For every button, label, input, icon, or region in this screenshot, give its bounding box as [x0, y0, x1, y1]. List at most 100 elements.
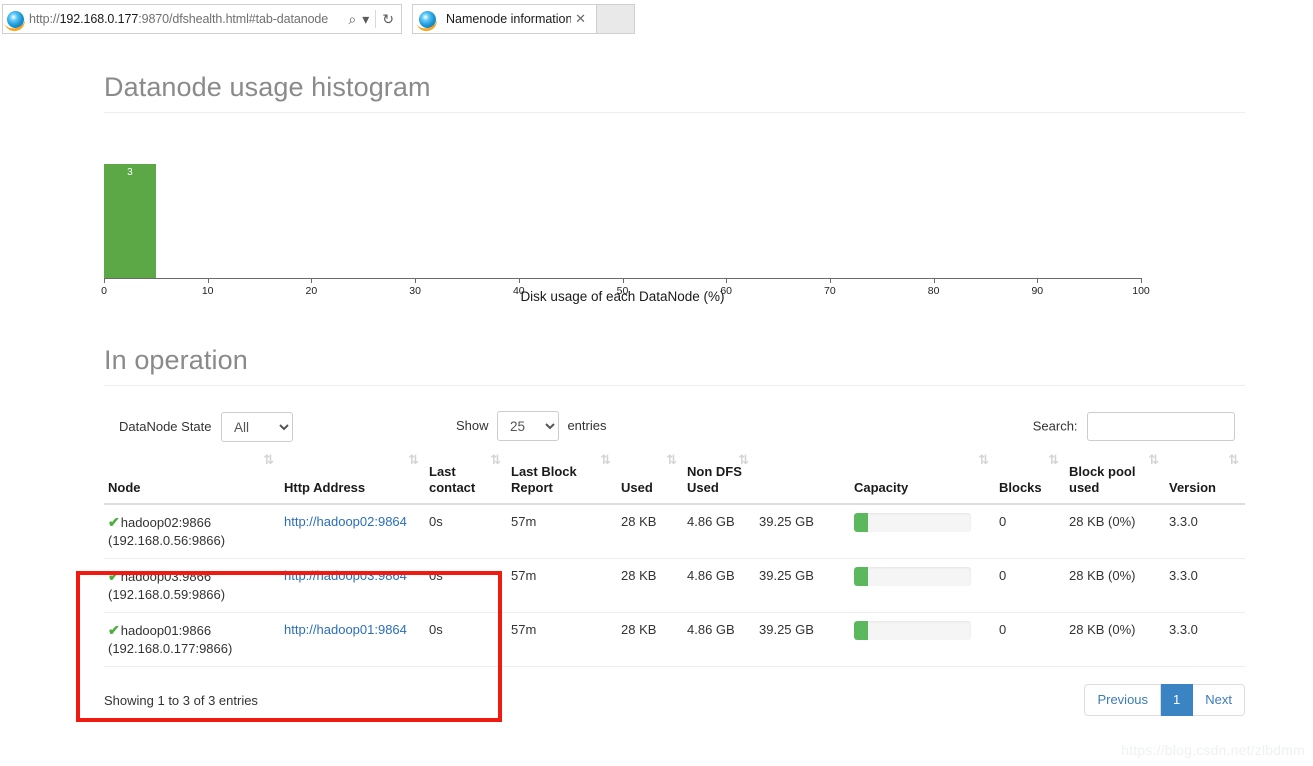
column-label-non-dfs-used: Non DFS Used: [687, 464, 742, 495]
search-icon[interactable]: ⌕: [345, 12, 359, 26]
browser-chrome: http://192.168.0.177:9870/dfshealth.html…: [0, 0, 1313, 40]
column-header-node[interactable]: ⇅ Node: [104, 452, 280, 505]
search-control: Search:: [1033, 412, 1235, 441]
axis-tick: [726, 278, 728, 283]
sort-icon[interactable]: ⇅: [666, 454, 677, 467]
table-row[interactable]: ✔hadoop01:9866 (192.168.0.177:9866) http:/…: [104, 612, 1245, 667]
chevron-down-icon[interactable]: ▾: [359, 12, 372, 26]
sort-icon[interactable]: ⇅: [1228, 454, 1239, 467]
sort-icon[interactable]: ⇅: [490, 454, 501, 467]
axis-tick: [104, 278, 105, 283]
column-header-capacity[interactable]: ⇅ Capacity: [850, 452, 995, 505]
node-address: (192.168.0.59:9866): [108, 587, 226, 602]
column-header-last-contact[interactable]: ⇅ Last contact: [425, 452, 507, 505]
table-row[interactable]: ✔hadoop02:9866 (192.168.0.56:9866) http://…: [104, 504, 1245, 559]
previous-page-button[interactable]: Previous: [1084, 684, 1162, 716]
http-address-link[interactable]: http://hadoop02:9864: [284, 514, 407, 529]
sort-icon[interactable]: ⇅: [263, 454, 274, 467]
url-prefix: http://: [29, 12, 60, 26]
cell-last-block-report: 57m: [507, 558, 617, 613]
cell-capacity-value: 39.25 GB: [755, 558, 850, 613]
axis-tick: [311, 278, 313, 283]
new-tab-button[interactable]: [597, 4, 635, 34]
axis-tick: [829, 278, 831, 283]
column-label-node: Node: [108, 480, 141, 495]
sort-icon[interactable]: ⇅: [738, 454, 749, 467]
page-content: Datanode usage histogram 3 0 10 20 30 40 50 60…: [0, 40, 1313, 766]
sort-icon[interactable]: ⇅: [1148, 454, 1159, 467]
cell-blocks: 0: [995, 504, 1065, 559]
cell-node: ✔hadoop02:9866 (192.168.0.56:9866): [104, 504, 280, 559]
http-address-link[interactable]: http://hadoop03:9864: [284, 568, 407, 583]
capacity-progress-bar: [854, 621, 971, 640]
url-text: http://192.168.0.177:9870/dfshealth.html…: [29, 12, 345, 26]
entries-length-select[interactable]: 102550100: [496, 411, 559, 441]
column-label-http-address: Http Address: [284, 480, 366, 495]
node-address: (192.168.0.177:9866): [108, 641, 233, 656]
cell-block-pool-used: 28 KB (0%): [1065, 504, 1165, 559]
capacity-progress-fill: [854, 621, 869, 640]
cell-http-address: http://hadoop01:9864: [280, 612, 425, 667]
node-name: hadoop01:9866: [120, 623, 212, 638]
cell-used: 28 KB: [617, 504, 683, 559]
sort-icon[interactable]: ⇅: [600, 454, 611, 467]
datanodes-table-body: ✔hadoop02:9866 (192.168.0.56:9866) http://…: [104, 504, 1245, 667]
datanode-state-label: DataNode State: [119, 419, 212, 435]
histogram-x-axis-label: Disk usage of each DataNode (%): [520, 289, 725, 304]
cell-blocks: 0: [995, 612, 1065, 667]
column-header-used[interactable]: ⇅ Used: [617, 452, 683, 505]
column-label-capacity: Capacity: [854, 480, 909, 495]
table-controls: DataNode State AllIn ServiceDecommission…: [104, 406, 1245, 452]
cell-last-block-report: 57m: [507, 504, 617, 559]
url-suffix: :9870/dfshealth.html#tab-datanode: [138, 12, 329, 26]
column-header-http-address[interactable]: ⇅ Http Address: [280, 452, 425, 505]
refresh-icon[interactable]: ↻: [379, 12, 397, 26]
datanode-usage-histogram-section: Datanode usage histogram 3 0 10 20 30 40 50 60…: [101, 72, 1245, 304]
column-header-block-pool-used[interactable]: ⇅ Block pool used: [1065, 452, 1165, 505]
column-header-capacity-value: [755, 452, 850, 505]
datanode-state-select[interactable]: AllIn ServiceDecommissioningDecommission…: [220, 412, 293, 442]
status-ok-icon: ✔: [108, 568, 120, 584]
capacity-progress-bar: [854, 513, 971, 532]
search-label: Search:: [1032, 418, 1078, 434]
cell-capacity-bar: [850, 558, 995, 613]
sort-icon[interactable]: ⇅: [978, 454, 989, 467]
axis-tick: [518, 278, 520, 283]
page-button-1[interactable]: 1: [1161, 684, 1194, 716]
close-icon[interactable]: ✕: [571, 11, 590, 27]
pagination: Previous 1 Next: [1084, 684, 1245, 716]
cell-last-contact: 0s: [425, 558, 507, 613]
cell-capacity-bar: [850, 504, 995, 559]
address-bar-divider: [375, 10, 377, 28]
search-input[interactable]: [1087, 412, 1235, 441]
histogram-bar: 3: [104, 164, 156, 279]
cell-non-dfs-used: 4.86 GB: [683, 558, 755, 613]
histogram-chart: 3 0 10 20 30 40 50 60 70 80 90 100 Disk usage of e…: [101, 141, 1173, 304]
cell-last-block-report: 57m: [507, 612, 617, 667]
column-header-version[interactable]: ⇅ Version: [1165, 452, 1245, 505]
column-label-blocks: Blocks: [999, 480, 1042, 495]
column-label-used: Used: [621, 480, 653, 495]
node-name: hadoop03:9866: [120, 569, 212, 584]
axis-tick: [622, 278, 624, 283]
address-bar[interactable]: http://192.168.0.177:9870/dfshealth.html…: [2, 4, 402, 34]
sort-icon[interactable]: ⇅: [408, 454, 419, 467]
column-header-non-dfs-used[interactable]: ⇅ Non DFS Used: [683, 452, 755, 505]
next-page-button[interactable]: Next: [1193, 684, 1245, 716]
node-address: (192.168.0.56:9866): [108, 533, 226, 548]
column-header-blocks[interactable]: ⇅ Blocks: [995, 452, 1065, 505]
column-label-last-contact: Last contact: [429, 464, 476, 495]
in-operation-section: In operation DataNode State AllIn Servic…: [104, 345, 1245, 731]
table-row[interactable]: ✔hadoop03:9866 (192.168.0.59:9866) http://…: [104, 558, 1245, 613]
capacity-progress-fill: [854, 513, 869, 532]
sort-icon[interactable]: ⇅: [1048, 454, 1059, 467]
histogram-x-ticks: 0 10 20 30 40 50 60 70 80 90 100: [101, 278, 1150, 297]
browser-tab-namenode-information[interactable]: Namenode information ✕: [412, 4, 597, 34]
column-header-last-block-report[interactable]: ⇅ Last Block Report: [507, 452, 617, 505]
http-address-link[interactable]: http://hadoop01:9864: [284, 622, 407, 637]
tab-strip: Namenode information ✕: [412, 0, 635, 34]
histogram-heading: Datanode usage histogram: [104, 72, 1245, 113]
watermark: https://blog.csdn.net/zlbdmm: [1121, 742, 1305, 758]
entries-label: entries: [567, 418, 607, 434]
capacity-progress-fill: [854, 567, 869, 586]
